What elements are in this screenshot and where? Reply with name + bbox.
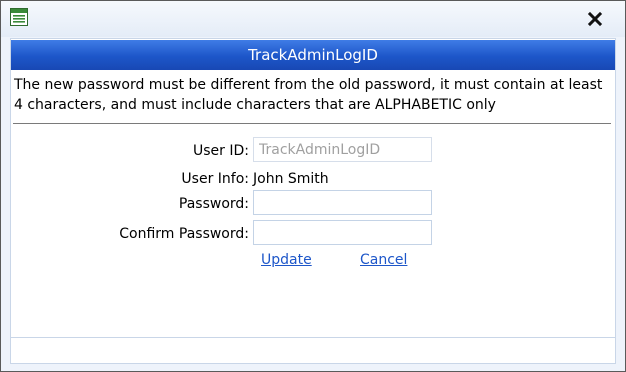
password-field[interactable] bbox=[253, 190, 432, 215]
close-icon bbox=[587, 11, 603, 27]
user-info-label: User Info: bbox=[181, 171, 249, 187]
dialog-header: TrackAdminLogID bbox=[11, 40, 615, 70]
footer-divider bbox=[11, 337, 615, 338]
dialog-content: TrackAdminLogID The new password must be… bbox=[10, 38, 616, 364]
user-info-value: John Smith bbox=[253, 171, 329, 187]
user-id-field[interactable] bbox=[253, 137, 432, 162]
cancel-link[interactable]: Cancel bbox=[360, 252, 407, 268]
confirm-password-label: Confirm Password: bbox=[119, 226, 249, 242]
user-id-label: User ID: bbox=[193, 143, 249, 159]
window-icon bbox=[10, 8, 28, 26]
dialog-window: TrackAdminLogID The new password must be… bbox=[0, 0, 626, 372]
password-label: Password: bbox=[178, 196, 249, 212]
divider bbox=[13, 123, 611, 124]
password-instructions: The new password must be different from … bbox=[14, 77, 603, 113]
confirm-password-field[interactable] bbox=[253, 220, 432, 245]
update-link[interactable]: Update bbox=[261, 252, 312, 268]
close-button[interactable] bbox=[583, 7, 607, 31]
title-bar bbox=[1, 1, 625, 37]
